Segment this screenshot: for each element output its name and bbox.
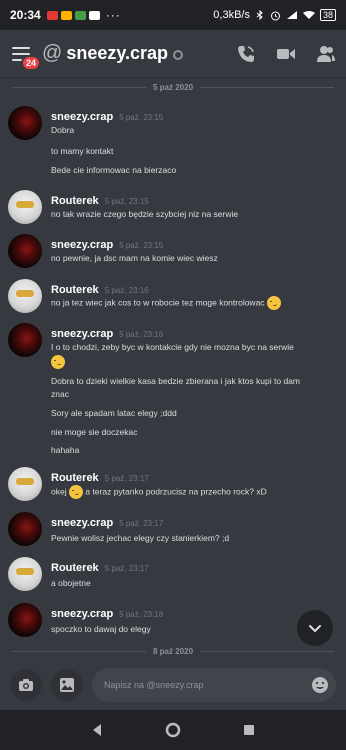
system-navigation-bar: [0, 710, 346, 750]
date-divider-label: 5 paź 2020: [152, 82, 194, 92]
avatar[interactable]: [8, 467, 42, 501]
winking-face-emoji-icon: [68, 485, 83, 499]
back-icon[interactable]: [90, 723, 104, 737]
message-timestamp: 5 paź, 23:15: [104, 197, 149, 206]
image-icon: [60, 678, 74, 692]
avatar[interactable]: [8, 106, 42, 140]
date-divider-label: 8 paź 2020: [152, 646, 194, 656]
video-camera-icon[interactable]: [276, 44, 296, 64]
message-text: no tak wrazie czego będzie szybciej niz …: [51, 209, 239, 219]
message-author[interactable]: Routerek: [51, 195, 99, 207]
message-input-box[interactable]: [92, 668, 336, 702]
message-text: Pewnie wolisz jechac elegy czy stanierki…: [51, 533, 230, 543]
phone-icon[interactable]: [236, 44, 256, 64]
message-author[interactable]: Routerek: [51, 284, 99, 296]
message-emoji-line: [51, 355, 341, 369]
message-text: Sory ale spadam latac elegy ;ddd: [51, 408, 177, 418]
wifi-icon: [302, 11, 315, 19]
avatar[interactable]: [8, 190, 42, 224]
message-author[interactable]: sneezy.crap: [51, 328, 113, 340]
message-author[interactable]: sneezy.crap: [51, 111, 113, 123]
message-text: to mamy kontakt: [51, 146, 114, 156]
winking-face-emoji-icon: [266, 296, 281, 310]
header-actions: [236, 44, 336, 64]
signal-icon: [286, 11, 297, 19]
alarm-icon: [270, 11, 280, 20]
message-text: nie moge sie doczekac: [51, 427, 138, 437]
more-notifications-icon: ···: [105, 8, 121, 22]
google-notification-icon: [88, 10, 100, 20]
message-author[interactable]: sneezy.crap: [51, 517, 113, 529]
message-text-content: a teraz pytanko podrzucisz na przecho ro…: [85, 486, 267, 497]
message-text: hahaha: [51, 445, 80, 455]
message-author[interactable]: Routerek: [51, 472, 99, 484]
system-status-bar: 20:34 ··· 0,3kB/s 38: [0, 0, 346, 30]
recents-icon[interactable]: [242, 723, 256, 737]
message-text-content: okej: [51, 486, 67, 497]
avatar[interactable]: [8, 603, 42, 637]
message-text-content: no ja tez wiec jak cos to w robocie tez …: [51, 297, 265, 308]
message-text: okej a teraz pytanko podrzucisz na przec…: [51, 485, 341, 499]
message-timestamp: 5 paź, 23:17: [104, 564, 149, 573]
message-text: I o to chodzi, zeby byc w kontakcie gdy …: [51, 342, 294, 352]
message-text: znac: [51, 389, 69, 399]
message-text: Dobra: [51, 125, 75, 135]
home-icon[interactable]: [165, 722, 181, 738]
emoji-icon[interactable]: [310, 675, 330, 695]
message-composer: [0, 660, 346, 710]
people-icon[interactable]: [316, 44, 336, 64]
channel-title[interactable]: sneezy.crap: [66, 43, 168, 64]
app-notification-icon: [60, 10, 72, 20]
message-author[interactable]: sneezy.crap: [51, 608, 113, 620]
hamburger-icon[interactable]: 24: [10, 43, 42, 71]
avatar[interactable]: [8, 234, 42, 268]
winking-face-emoji-icon: [51, 355, 65, 369]
app-notification-icon: [74, 10, 86, 20]
message-timestamp: 5 paź, 23:18: [119, 610, 164, 619]
avatar[interactable]: [8, 279, 42, 313]
message-input[interactable]: [104, 680, 310, 690]
network-speed: 0,3kB/s: [213, 9, 250, 21]
message-timestamp: 5 paź, 23:17: [104, 474, 149, 483]
at-icon: @: [42, 42, 63, 64]
message-author[interactable]: Routerek: [51, 562, 99, 574]
offline-status-icon: [173, 50, 184, 60]
youtube-notification-icon: [46, 10, 58, 20]
message-text: no ja tez wiec jak cos to w robocie tez …: [51, 296, 341, 310]
camera-button[interactable]: [10, 669, 42, 701]
chevron-down-icon: [309, 625, 321, 632]
message-timestamp: 5 paź, 23:16: [119, 330, 164, 339]
status-right: 0,3kB/s 38: [213, 9, 336, 21]
message-timestamp: 5 paź, 23:15: [119, 113, 164, 122]
dm-header: 24 @ sneezy.crap: [0, 30, 346, 78]
message-text: a obojetne: [51, 578, 91, 588]
message-timestamp: 5 paź, 23:16: [104, 286, 149, 295]
notification-badge: 24: [21, 54, 42, 71]
date-divider: 5 paź 2020: [12, 81, 334, 93]
message-author[interactable]: sneezy.crap: [51, 239, 113, 251]
clock: 20:34: [10, 8, 41, 22]
message-timestamp: 5 paź, 23:17: [119, 519, 164, 528]
message-text: no pewnie, ja dsc mam na komie wiec wies…: [51, 253, 218, 263]
camera-icon: [19, 679, 33, 691]
date-divider: 8 paź 2020: [12, 645, 334, 657]
battery-indicator: 38: [319, 9, 336, 21]
message-text: Dobra to dzieki wielkie kasa bedzie zbie…: [51, 376, 300, 386]
gallery-button[interactable]: [51, 669, 83, 701]
avatar[interactable]: [8, 512, 42, 546]
message-timestamp: 5 paź, 23:15: [119, 241, 164, 250]
avatar[interactable]: [8, 557, 42, 591]
jump-to-present-button[interactable]: [297, 610, 333, 646]
message-text: Bede cie informowac na bierzaco: [51, 165, 177, 175]
bluetooth-icon: [256, 10, 263, 20]
avatar[interactable]: [8, 323, 42, 357]
